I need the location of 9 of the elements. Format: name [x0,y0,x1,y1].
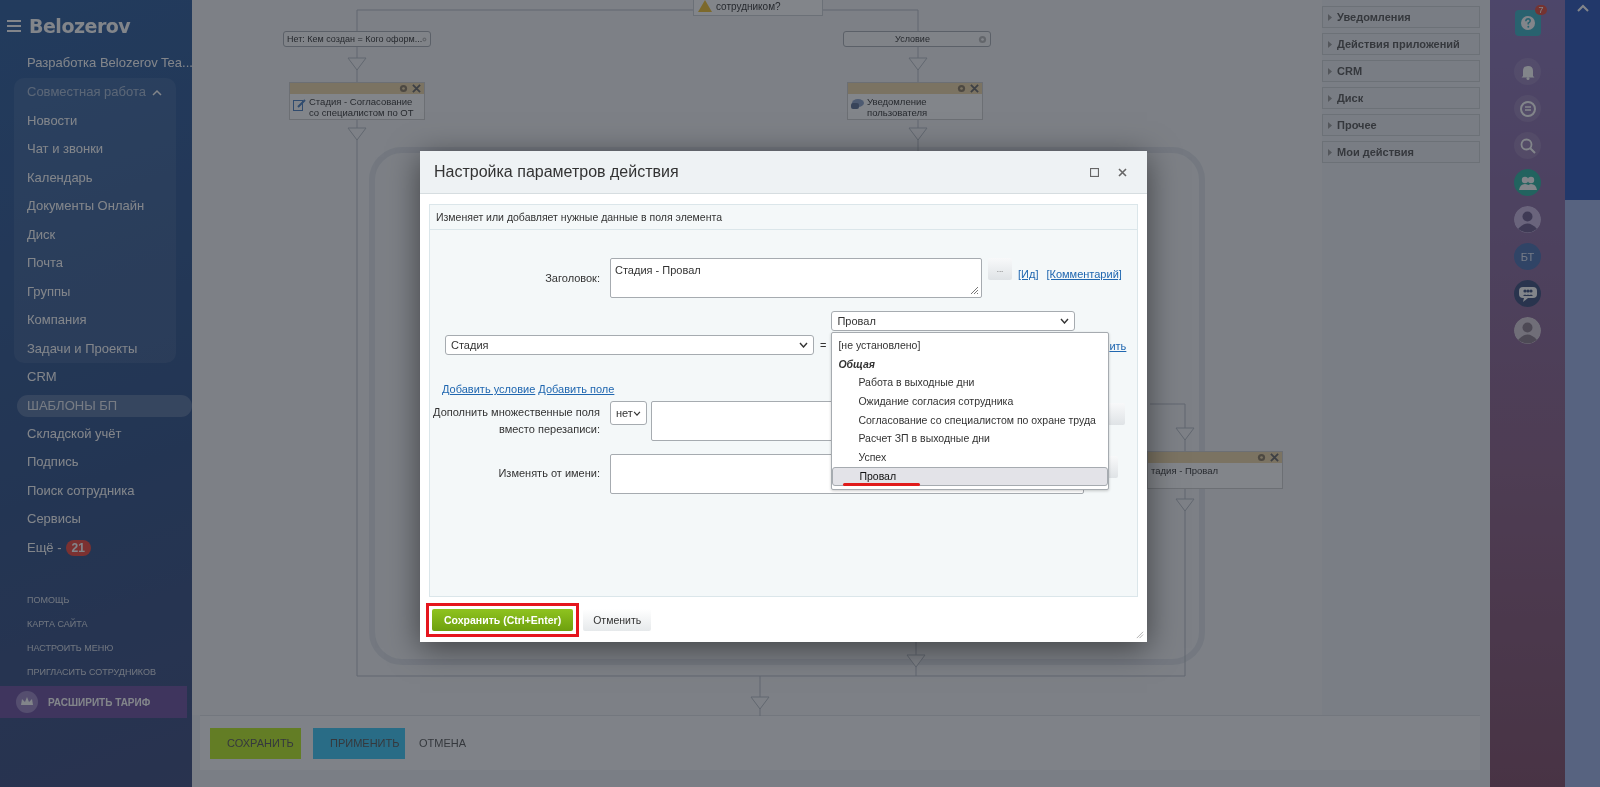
field-label: Заголовок: [544,271,601,284]
notification-badge: 7 [1535,5,1547,15]
option-group-label: Общая [837,356,876,372]
field-label: Дополнить множественные поля вместо перезаписи: [432,405,601,437]
counter-badge: 21 [65,539,91,556]
dialog-title: Настройка параметров действия [434,163,680,181]
panel-description: Изменяет или добавляет нужные данные в поля элемента [436,211,722,223]
field-label: Изменять от имени: [497,466,601,479]
equals-sign: = [820,339,827,351]
